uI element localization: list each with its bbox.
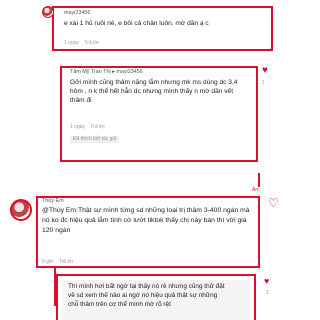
- avatar[interactable]: [42, 6, 54, 18]
- comment-card-1: mayi23456 e xài 1 hủ ruồi nè, e bôi cả c…: [42, 6, 273, 51]
- comment-card-4: Thì mình hơi bất ngờ tại thấy nó rẻ nhưn…: [56, 274, 256, 320]
- comment-card-2: Tâm Mỹ Tran Thị ▸ mayi23456 Gởi mình cũn…: [60, 66, 258, 162]
- like-count: 1: [266, 290, 269, 296]
- comment-username[interactable]: mayi23456: [64, 10, 90, 17]
- avatar[interactable]: [10, 199, 32, 221]
- comment-text: Gởi mình cũng thâm nặng lắm nhưng mk ms …: [70, 79, 238, 104]
- heart-icon[interactable]: ♥: [264, 276, 269, 286]
- comment-bubble: Thì mình hơi bất ngờ tại thấy nó rẻ nhưn…: [62, 280, 250, 320]
- comment-meta: 1 ngày Trả lời: [64, 40, 99, 47]
- comment-time: 9 giờ: [42, 259, 54, 265]
- comment-username[interactable]: Thùy Em: [42, 198, 64, 205]
- comment-card-3: Thùy Em @Thùy Em:Thật sự mình từng sd nh…: [36, 196, 260, 268]
- comment-text: Thì mình hơi bất ngờ tại thấy nó rẻ nhưn…: [68, 283, 225, 309]
- comment-username[interactable]: Tâm Mỹ Tran Thị ▸ mayi23456: [70, 69, 143, 76]
- liked-by-author-badge: Đã thích bởi tác giả: [70, 136, 120, 143]
- comment-time: 1 ngày: [64, 40, 80, 46]
- heart-icon[interactable]: ♥: [262, 66, 268, 76]
- comment-meta: 9 giờ Trả lời: [42, 259, 73, 266]
- comment-time: 1 ngày: [70, 124, 86, 130]
- reply-target[interactable]: mayi23456: [116, 69, 142, 75]
- reply-author[interactable]: Tâm Mỹ Tran Thị: [70, 69, 111, 75]
- comment-text: @Thùy Em:Thật sự mình từng sd những loại…: [42, 207, 250, 234]
- collapse-link[interactable]: Ẩn: [252, 187, 258, 193]
- reply-button[interactable]: Trả lời: [59, 259, 73, 265]
- heart-icon[interactable]: ♡: [268, 197, 279, 209]
- reply-button[interactable]: Trả lời: [90, 124, 104, 130]
- comment-text: e xài 1 hủ ruồi nè, e bôi cả chân luôn. …: [64, 20, 209, 27]
- connector-line: [258, 173, 260, 187]
- like-count: 1: [262, 80, 265, 86]
- reply-button[interactable]: Trả lời: [84, 40, 98, 46]
- comment-meta: 1 ngày Trả lời: [70, 124, 105, 131]
